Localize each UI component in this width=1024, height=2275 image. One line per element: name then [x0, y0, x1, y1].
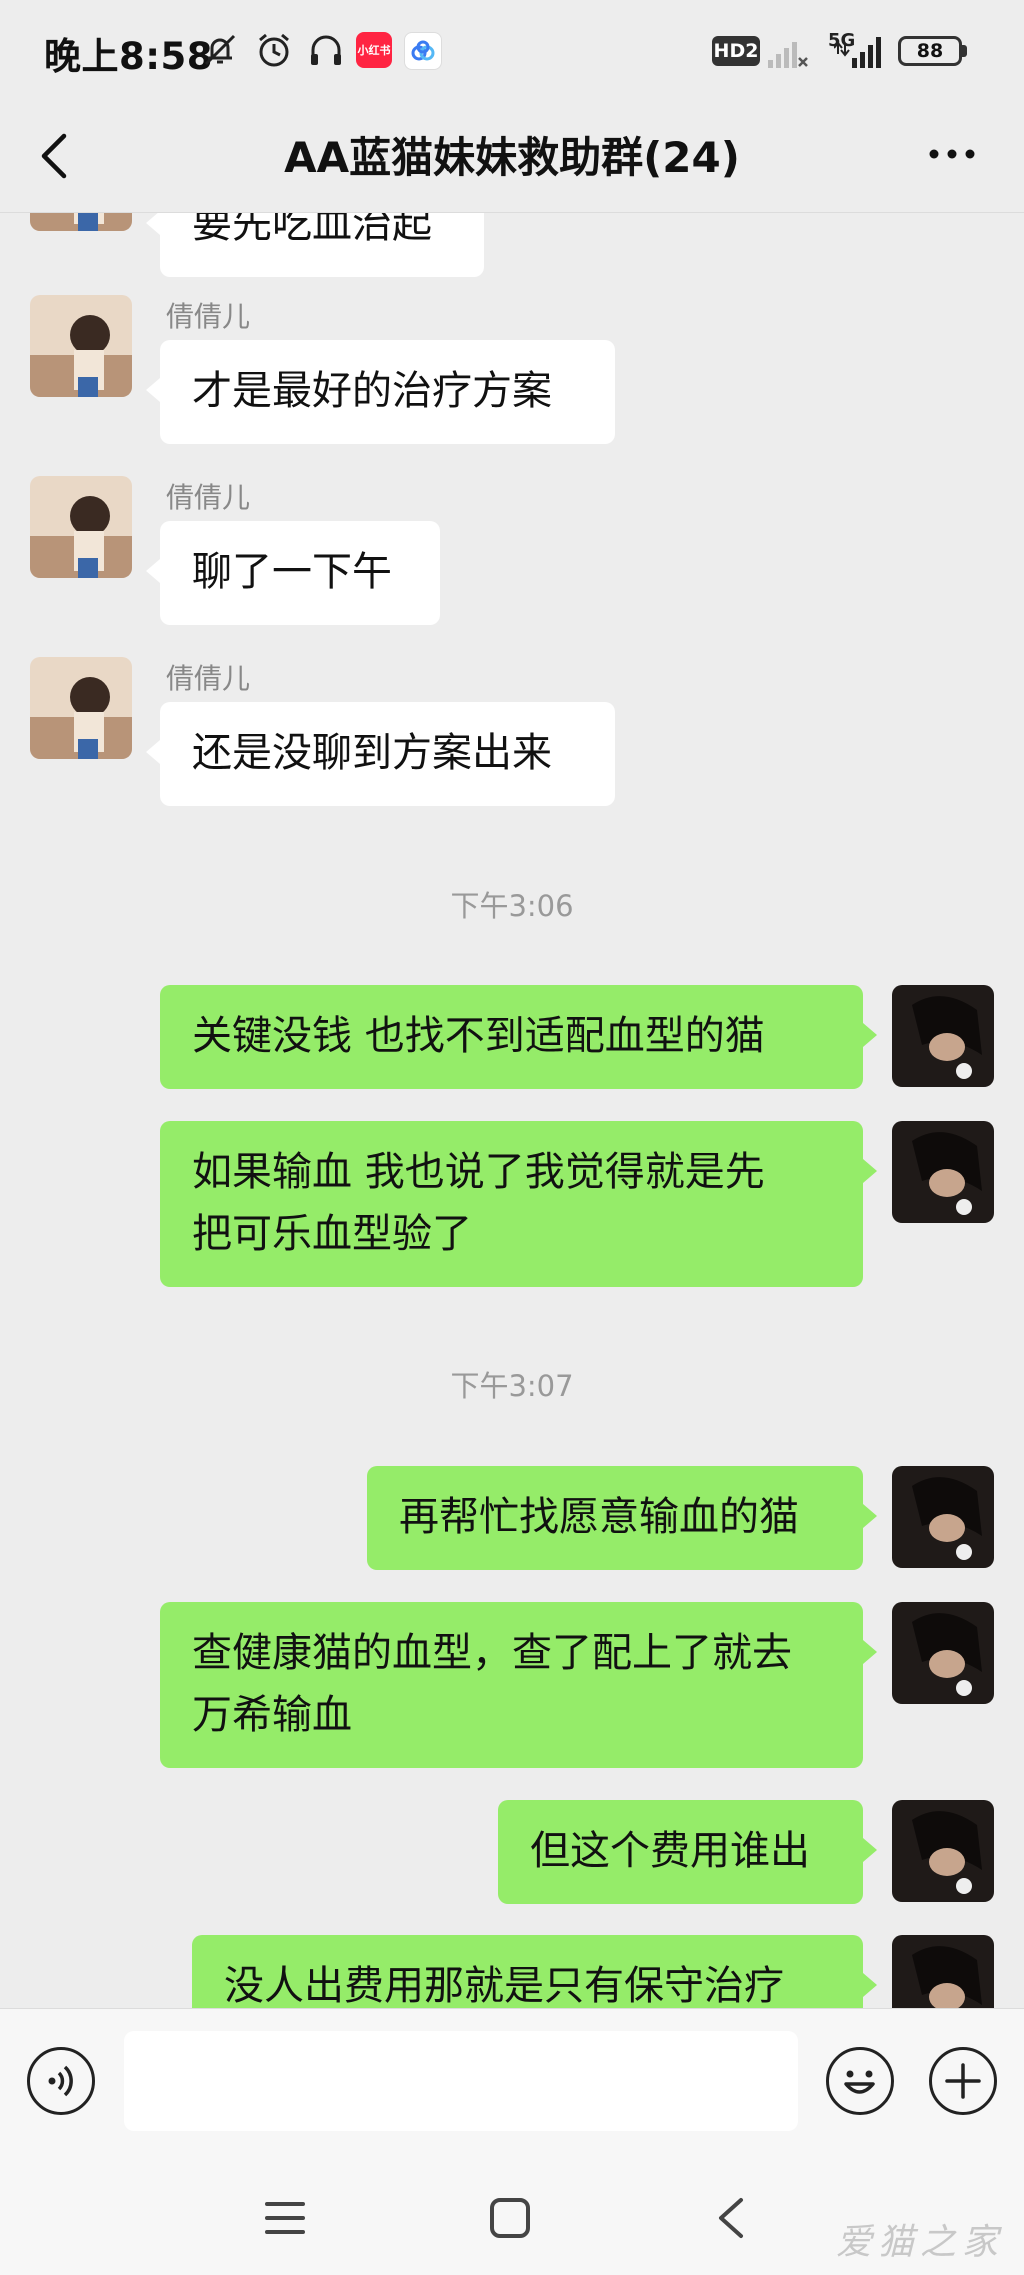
my-avatar[interactable] [892, 985, 994, 1087]
xiaohongshu-app-icon: 小红书 [356, 32, 392, 68]
message-text: 关键没钱 也找不到适配血型的猫 [192, 1013, 765, 1059]
timestamp-divider: 下午3:06 [450, 889, 574, 923]
more-functions-button[interactable] [929, 2047, 997, 2115]
message-text-line-1: 如果输血 我也说了我觉得就是先 [192, 1149, 765, 1195]
status-time: 晚上8:58 [44, 35, 214, 78]
message-text: 要先吃血治起 [192, 213, 432, 247]
emoji-button[interactable] [826, 2047, 894, 2115]
chat-header: AA蓝猫妹妹救助群(24) [0, 100, 1024, 213]
message-text-line-2: 把可乐血型验了 [192, 1211, 472, 1257]
message-bubble-outgoing[interactable]: 关键没钱 也找不到适配血型的猫 [160, 985, 877, 1089]
voice-input-button[interactable] [27, 2047, 95, 2115]
status-bar: 晚上8:58 小红书 HD2 5G 88 [0, 0, 1024, 100]
message-input-bar [0, 2008, 1024, 2154]
battery-level: 88 [898, 36, 962, 66]
my-avatar[interactable] [892, 1800, 994, 1902]
chat-title: AA蓝猫妹妹救助群(24) [284, 133, 740, 182]
my-avatar[interactable] [892, 1466, 994, 1568]
mute-bell-icon [204, 34, 236, 66]
message-list[interactable]: 要先吃血治起 倩倩儿 才是最好的治疗方案 倩倩儿 聊了一下午 倩倩儿 还是没聊到… [0, 213, 1024, 2008]
smiley-icon [844, 2070, 875, 2094]
plus-icon [945, 2063, 981, 2099]
signal-strong-icon [834, 37, 881, 68]
message-text: 才是最好的治疗方案 [192, 368, 552, 414]
sender-avatar[interactable] [30, 657, 132, 759]
message-text: 但这个费用谁出 [530, 1828, 810, 1874]
message-text: 再帮忙找愿意输血的猫 [399, 1494, 799, 1540]
watermark: 爱猫之家 [835, 2222, 1004, 2263]
message-text: 还是没聊到方案出来 [192, 730, 552, 776]
menu-icon[interactable] [263, 2198, 307, 2238]
message-text: 没人出费用那就是只有保守治疗 [224, 1963, 784, 2008]
sender-avatar[interactable] [30, 476, 132, 578]
more-options-icon[interactable] [926, 144, 978, 164]
my-avatar[interactable] [892, 1935, 994, 2008]
sender-avatar[interactable] [30, 213, 132, 231]
battery-tip [962, 45, 967, 57]
sender-name: 倩倩儿 [166, 662, 251, 695]
hd-badge: HD2 [712, 36, 760, 66]
message-bubble-outgoing[interactable]: 查健康猫的血型，查了配上了就去 万希输血 [160, 1602, 877, 1768]
my-avatar[interactable] [892, 1121, 994, 1223]
signal-weak-icon [768, 42, 808, 68]
headphones-icon [311, 35, 341, 65]
message-bubble-incoming[interactable]: 还是没聊到方案出来 [146, 702, 615, 806]
alarm-icon [259, 33, 289, 67]
system-back-icon[interactable] [713, 2196, 749, 2240]
sender-name: 倩倩儿 [166, 300, 251, 333]
voice-wave-icon [48, 2065, 73, 2097]
cloud-app-icon [404, 32, 442, 70]
message-bubble-outgoing[interactable]: 但这个费用谁出 [498, 1800, 877, 1904]
message-text-line-2: 万希输血 [192, 1692, 352, 1738]
message-bubble-outgoing[interactable]: 再帮忙找愿意输血的猫 [367, 1466, 877, 1570]
system-navigation-bar: 爱猫之家 [0, 2153, 1024, 2275]
message-text-line-1: 查健康猫的血型，查了配上了就去 [192, 1630, 792, 1676]
message-bubble-incoming[interactable]: 聊了一下午 [146, 521, 440, 625]
my-avatar[interactable] [892, 1602, 994, 1704]
sender-name: 倩倩儿 [166, 481, 251, 514]
message-bubble-outgoing[interactable]: 如果输血 我也说了我觉得就是先 把可乐血型验了 [160, 1121, 877, 1287]
message-bubble-incoming[interactable]: 要先吃血治起 [146, 213, 484, 277]
message-bubble-incoming[interactable]: 才是最好的治疗方案 [146, 340, 615, 444]
home-icon[interactable] [488, 2196, 532, 2240]
message-text-field[interactable] [124, 2031, 798, 2131]
message-text: 聊了一下午 [192, 549, 392, 595]
timestamp-divider: 下午3:07 [450, 1369, 574, 1403]
sender-avatar[interactable] [30, 295, 132, 397]
message-bubble-outgoing[interactable]: 没人出费用那就是只有保守治疗 [192, 1935, 877, 2008]
